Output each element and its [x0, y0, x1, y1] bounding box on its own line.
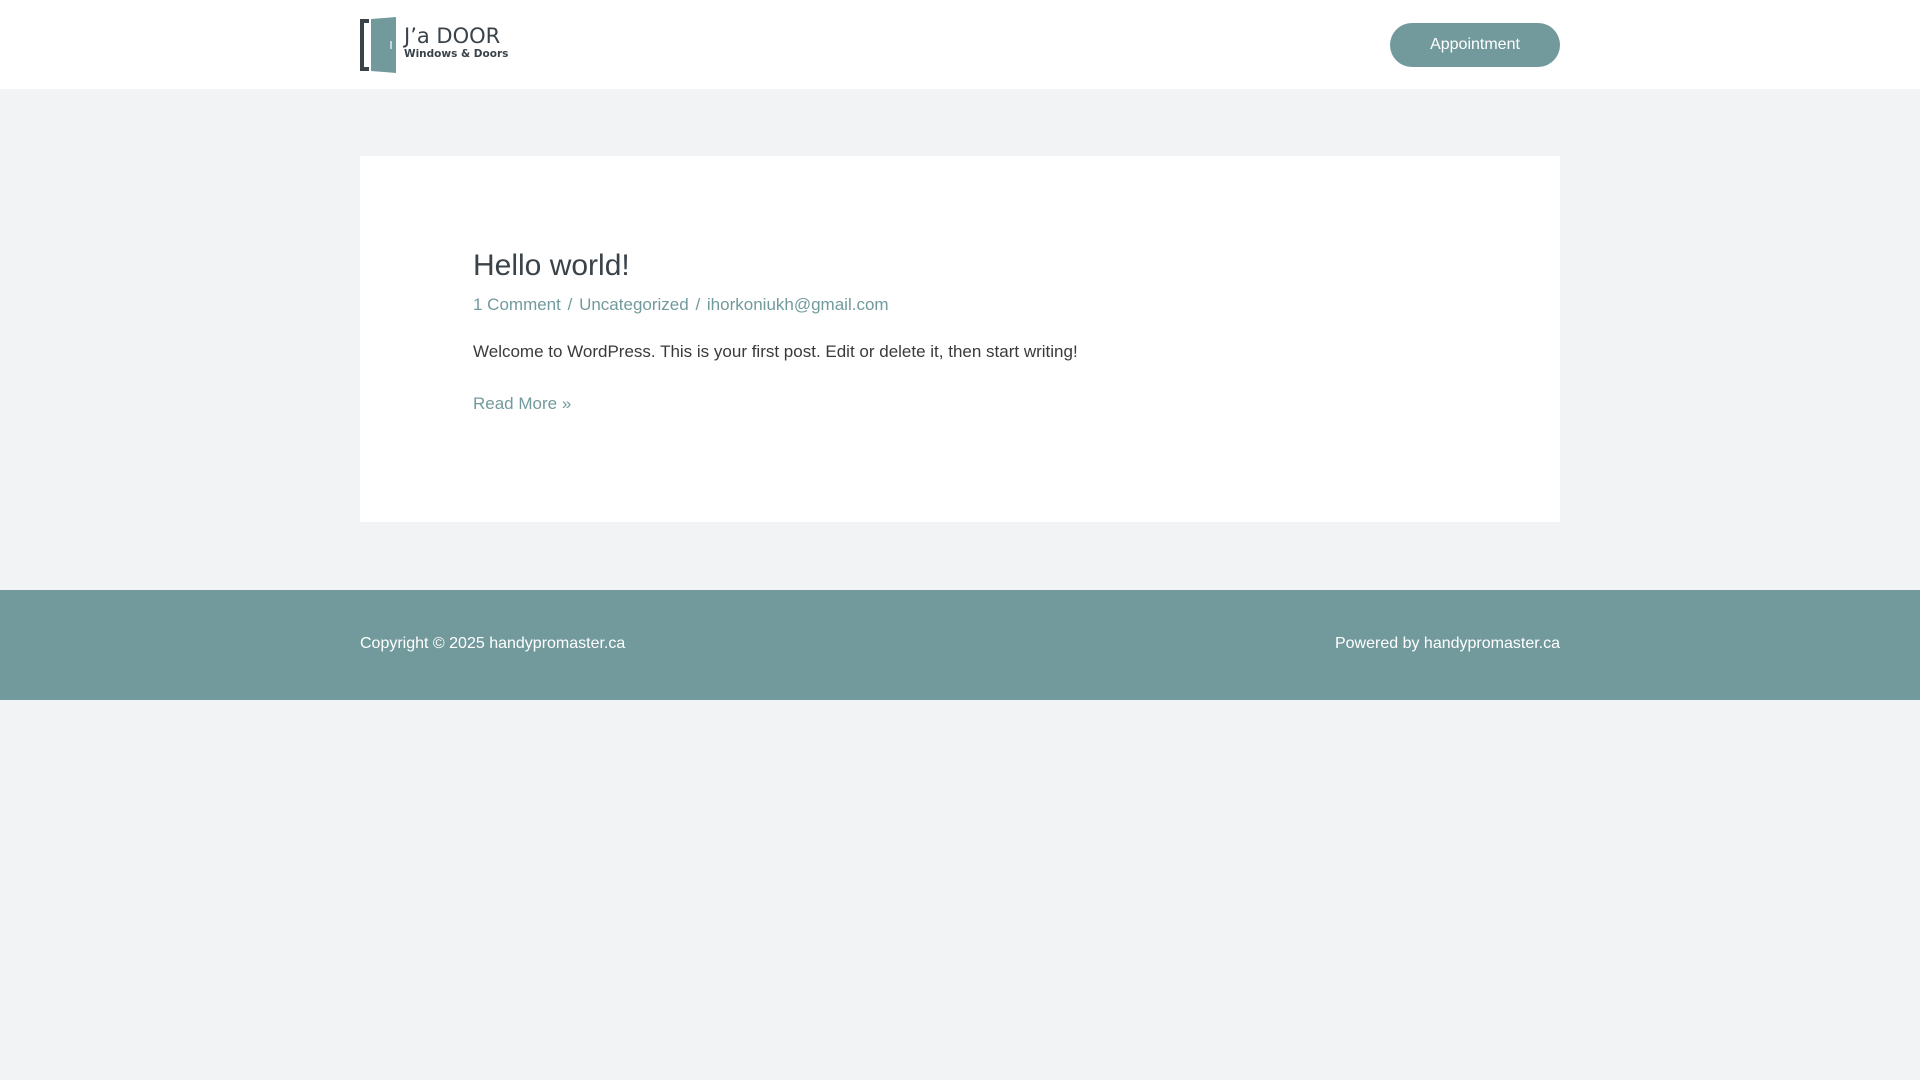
logo-brand-text: J’a DOOR — [402, 24, 500, 48]
door-logo-icon: J’a DOOR Windows & Doors — [360, 17, 508, 73]
meta-separator: / — [695, 295, 701, 314]
site-footer: Copyright © 2025 handypromaster.ca Power… — [0, 590, 1920, 700]
footer-powered-by: Powered by handypromaster.ca — [1334, 635, 1560, 652]
post-title[interactable]: Hello world! — [473, 248, 630, 284]
footer-copyright: Copyright © 2025 handypromaster.ca — [360, 635, 626, 652]
logo-tagline-text: Windows & Doors — [404, 48, 508, 60]
post-comments-link[interactable]: 1 Comment — [473, 295, 561, 314]
site-logo[interactable]: J’a DOOR Windows & Doors — [360, 17, 512, 73]
post-card: Hello world! 1 Comment / Uncategorized /… — [360, 156, 1560, 522]
read-more-link[interactable]: Read More » — [473, 393, 571, 415]
appointment-button[interactable]: Appointment — [1390, 23, 1560, 67]
meta-separator: / — [567, 295, 573, 314]
site-header: J’a DOOR Windows & Doors Appointment — [0, 0, 1920, 89]
post-excerpt: Welcome to WordPress. This is your first… — [473, 342, 1078, 361]
post-author-link[interactable]: ihorkoniukh@gmail.com — [707, 295, 889, 314]
post-category-link[interactable]: Uncategorized — [579, 295, 689, 314]
post-meta: 1 Comment / Uncategorized / ihorkoniukh@… — [473, 294, 889, 316]
